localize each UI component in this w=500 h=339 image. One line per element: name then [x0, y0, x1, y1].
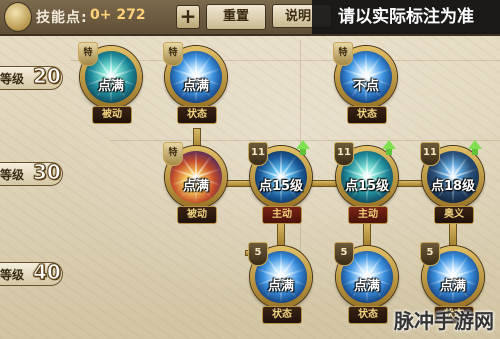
skill-points-label: 技能点: [36, 10, 88, 26]
level-tag-20: 等级 20 [0, 62, 72, 92]
skill-state: 点满 [182, 79, 209, 94]
upgrade-arrow-icon [382, 140, 396, 155]
skill-node[interactable]: 11 点15级 主动 [334, 140, 398, 226]
skill-state: 点满 [97, 79, 124, 94]
skill-points-icon [4, 2, 32, 32]
skill-badge: 11 [420, 142, 440, 166]
skill-type-tag: 被动 [92, 106, 132, 124]
upgrade-arrow-icon [296, 140, 310, 155]
skill-type-tag: 主动 [348, 206, 388, 224]
skill-badge: 5 [248, 242, 268, 266]
skill-type-tag: 奥义 [434, 206, 474, 224]
skill-badge: 5 [334, 242, 354, 266]
skill-type-tag: 状态 [262, 306, 302, 324]
skill-state: 点满 [182, 179, 209, 194]
skill-state: 点满 [267, 279, 294, 294]
skill-badge: 特 [333, 42, 353, 66]
add-skill-points-button[interactable]: + [176, 5, 200, 29]
level-number: 30 [33, 160, 62, 185]
skill-type-tag: 状态 [177, 106, 217, 124]
skill-tree-screen: 技能点: 0+ 272 + 重置 说明 请以实际标注为准 等级 20 等级 30… [0, 0, 500, 339]
top-bar: 技能点: 0+ 272 + 重置 说明 请以实际标注为准 [0, 0, 500, 36]
skill-node[interactable]: 特 不点 状态 [333, 42, 397, 126]
level-label: 等级 [0, 168, 25, 182]
skill-badge: 特 [163, 142, 183, 166]
level-number: 40 [33, 260, 62, 285]
skill-state: 点满 [439, 279, 466, 294]
skill-badge: 特 [78, 42, 98, 66]
reset-button[interactable]: 重置 [206, 4, 266, 30]
skill-badge: 5 [420, 242, 440, 266]
skill-state: 点满 [353, 279, 380, 294]
skill-node[interactable]: 5 点满 状态 [248, 242, 312, 326]
skill-node[interactable]: 11 点18级 奥义 [420, 140, 484, 226]
level-tag-40: 等级 40 [0, 258, 72, 288]
skill-node[interactable]: 11 点15级 主动 [248, 140, 312, 226]
upgrade-arrow-icon [468, 140, 482, 155]
skill-state: 点15级 [258, 179, 304, 194]
skill-badge: 11 [248, 142, 268, 166]
skill-node[interactable]: 特 点满 被动 [78, 42, 142, 126]
level-number: 20 [33, 64, 62, 89]
skill-type-tag: 状态 [347, 106, 387, 124]
skill-type-tag: 主动 [262, 206, 302, 224]
level-tag-30: 等级 30 [0, 158, 72, 188]
overlay-note: 请以实际标注为准 [312, 0, 500, 34]
skill-state: 点15级 [344, 179, 390, 194]
skill-state: 点18级 [430, 179, 476, 194]
skill-badge: 特 [163, 42, 183, 66]
skill-type-tag: 被动 [177, 206, 217, 224]
watermark: 脉冲手游网 [394, 309, 494, 333]
skill-badge: 11 [334, 142, 354, 166]
level-label: 等级 [0, 72, 25, 86]
skill-state: 不点 [352, 79, 379, 94]
skill-points-value: 0+ 272 [90, 7, 146, 23]
skill-node[interactable]: 特 点满 状态 [163, 42, 227, 126]
skill-node[interactable]: 特 点满 被动 [163, 142, 227, 226]
level-label: 等级 [0, 268, 25, 282]
